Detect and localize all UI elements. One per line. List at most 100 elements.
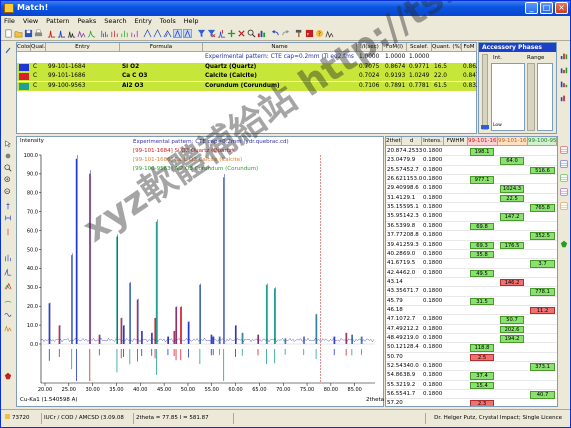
crystal-icon[interactable] [4,372,12,380]
peak-row[interactable]: 41.67 19.5 0.1800 3.7 [386,259,557,269]
search-match-icon[interactable] [217,29,226,38]
new-file-icon[interactable] [4,29,13,38]
phase-match-cell[interactable]: 69.8 [470,222,494,231]
peak-row[interactable]: 47.49 212.2 0.1800 202.6 [386,325,557,335]
phase-match-cell[interactable]: 198.1 [470,148,494,156]
phase-match-cell[interactable]: 147.2 [500,213,524,221]
peak-row[interactable]: 50.12 128.4 0.1800 118.8 [386,343,557,353]
phase-match-cell[interactable]: 146.2 [500,278,524,287]
peak-row[interactable]: 43.14 146.2 [386,278,557,288]
col-fwhm[interactable]: FWHM [444,137,468,146]
peak-row[interactable]: 37.77 208.8 0.1800 352.5 [386,231,557,241]
phase-bars-2-icon[interactable] [560,66,568,74]
peak-row[interactable]: 31.41 29.1 0.1800 22.5 [386,194,557,204]
phase-match-cell[interactable]: 11.2 [530,306,555,315]
phase-match-cell[interactable]: 765.8 [530,204,555,212]
range-slider[interactable] [527,63,535,131]
peak-row[interactable]: 45.79 0.1800 31.5 [386,297,557,306]
accessory-tab[interactable]: Accessory Phases [479,43,556,52]
phase-match-cell[interactable]: 194.2 [500,335,524,343]
peak-row[interactable]: 54.86 38.9 0.1800 37.4 [386,371,557,381]
int-slider-thumb[interactable] [481,125,489,129]
col-scale[interactable]: Scalef. [407,43,432,52]
peak-row[interactable]: 55.32 19.2 0.1800 15.4 [386,381,557,391]
phase-bars-3-icon[interactable] [560,80,568,88]
peaks-list-icon[interactable] [100,29,109,38]
col-fom[interactable]: FoM [462,43,477,52]
close-button[interactable]: × [555,2,568,14]
phase-match-cell[interactable]: 352.5 [530,232,555,240]
remove-phase-icon[interactable] [237,29,246,38]
phase-bars-4-icon[interactable] [560,94,568,102]
phase-match-cell[interactable]: 69.3 [470,241,494,249]
chart-bars-icon[interactable] [257,29,266,38]
peak-search-icon[interactable] [77,29,86,38]
col-quant[interactable]: Quant. (%) [432,43,462,52]
phase-bars-icon[interactable] [560,52,568,60]
col-iis[interactable]: I/I(sec) [357,43,383,52]
open-folder-icon[interactable] [14,29,23,38]
undo-icon[interactable] [271,29,280,38]
accessory-list[interactable] [491,63,525,131]
profile-icon[interactable] [4,268,12,276]
zoom-icon[interactable] [4,164,12,172]
pattern-red-icon[interactable] [47,29,56,38]
crystal-structure-icon[interactable] [560,240,568,248]
phase-match-cell[interactable]: 64.0 [500,157,524,165]
peak-shape-4-icon[interactable] [173,29,182,38]
filter-icon[interactable] [197,29,206,38]
overlay-icon[interactable] [4,282,12,290]
peak-row[interactable]: 42.44 62.0 0.1800 49.5 [386,269,557,278]
diffraction-peaks-icon[interactable] [67,29,76,38]
add-phase-icon[interactable] [227,29,236,38]
smooth-icon[interactable] [4,310,12,318]
phase-match-cell[interactable]: 176.5 [500,241,524,249]
peak-row[interactable]: 48.49 219.0 0.1800 194.2 [386,334,557,344]
col-qual[interactable]: Qual. [31,43,46,52]
peak-shape-5-icon[interactable] [183,29,192,38]
peak-row[interactable]: 50.70 2.5 [386,353,557,363]
phase-match-cell[interactable]: 31.5 [470,297,494,306]
table-green-icon[interactable] [560,174,568,182]
table-red-icon[interactable] [560,146,568,154]
peak-row[interactable]: 36.53 99.8 0.1800 69.8 [386,222,557,232]
phase-match-cell[interactable]: 35.8 [470,250,494,259]
phase-color-swatch[interactable] [19,73,29,80]
menu-tools[interactable]: Tools [157,16,179,25]
phase-match-cell[interactable]: 49.5 [470,269,494,278]
col-d[interactable]: d [402,137,422,146]
phase-color-swatch[interactable] [19,54,29,61]
col-quartz[interactable]: 99-101-1684 [468,137,498,146]
match-row[interactable]: Experimental pattern: CTE cap=0.2mm (Ti … [17,53,476,62]
menu-search[interactable]: Search [101,16,129,25]
phase-match-cell[interactable]: 15.4 [470,381,494,390]
phase-match-cell[interactable]: 118.8 [470,344,494,352]
phase-match-cell[interactable]: 50.7 [500,316,524,324]
zoom-out-icon[interactable] [4,188,12,196]
phase-match-cell[interactable]: 37.4 [470,372,494,380]
peak-row[interactable]: 56.55 41.7 0.1800 40.7 [386,390,557,400]
col-fomi[interactable]: FoM(I) [383,43,407,52]
phase-match-cell[interactable]: 3.7 [530,260,555,268]
table-orange-icon[interactable] [560,202,568,210]
hammer-icon[interactable] [295,29,304,38]
alpha2-icon[interactable] [4,324,12,332]
int-slider[interactable] [482,54,488,130]
col-color[interactable]: Color [17,43,31,52]
peak-shape-1-icon[interactable] [143,29,152,38]
peak-row[interactable]: 29.40 998.6 0.1800 1024.3 [386,184,557,194]
col-calcite[interactable]: 99-101-1686 [498,137,528,146]
phase-match-cell[interactable]: 778.1 [530,288,555,296]
phase-match-cell[interactable]: 2.5 [470,353,494,362]
col-name[interactable]: Name [203,43,357,52]
maximize-button[interactable]: □ [540,2,553,14]
peak-row[interactable]: 26.62 1153.0 0.1800 977.1 [386,175,557,185]
peak-row[interactable]: 35.15 595.1 0.1800 765.8 [386,203,557,213]
help-icon[interactable]: ? [315,29,324,38]
col-2theta[interactable]: 2theta [386,137,402,146]
table-violet-icon[interactable] [560,188,568,196]
range-icon[interactable] [4,214,12,222]
peaks-violet-icon[interactable] [130,29,139,38]
col-formula[interactable]: Formula [120,43,203,52]
match-row[interactable]: C 99-101-1686 Ca C O3 Calcite (Calcite) 0.70… [17,72,477,81]
